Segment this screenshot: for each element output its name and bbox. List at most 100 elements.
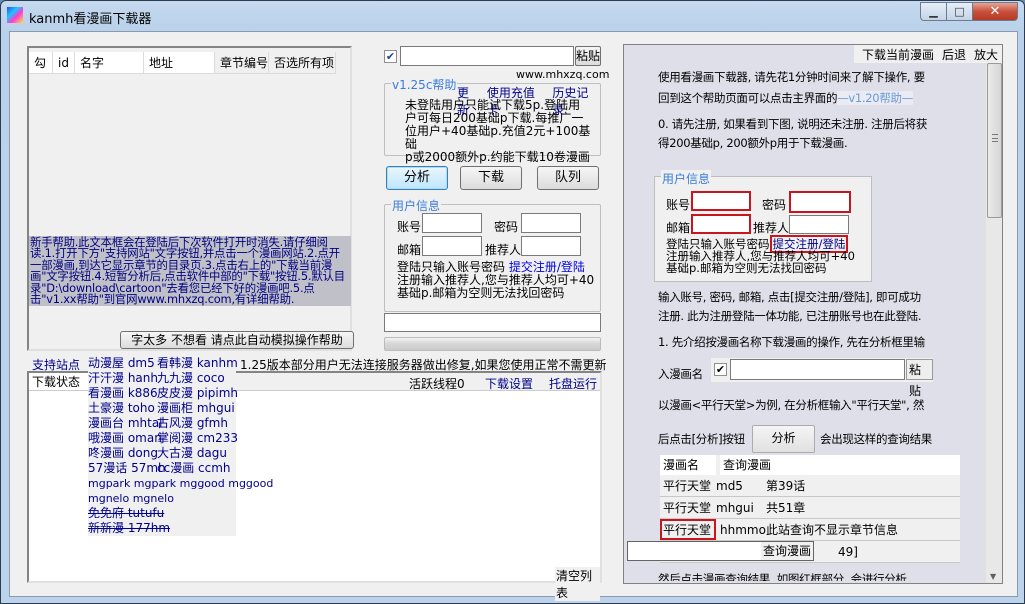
- active-threads: 活跃线程0: [409, 377, 465, 391]
- site-dong[interactable]: 咚漫画 dong: [88, 446, 158, 461]
- auto-help-button[interactable]: 字太多 不想看 请点此自动模拟操作帮助: [120, 331, 354, 349]
- site-dm5[interactable]: 动漫屋 dm5: [88, 356, 157, 371]
- scroll-thumb[interactable]: [987, 63, 1002, 218]
- url-input[interactable]: [400, 46, 574, 66]
- close-button[interactable]: ✕: [973, 2, 1018, 21]
- back-button[interactable]: 后退: [942, 46, 966, 63]
- paste-button[interactable]: 粘贴: [575, 46, 601, 66]
- help-paragraph-step1: 1. 先介绍按漫画名称下载漫画的操作, 先在分析框里输: [658, 332, 925, 353]
- site-kanhm[interactable]: 看韩漫 kanhm: [157, 356, 238, 371]
- site-mhtai[interactable]: 漫画台 mhtai: [88, 416, 163, 431]
- check-icon: ✔: [385, 50, 396, 63]
- help-paragraph-intro: 使用看漫画下载器, 请先花1分钟时间来了解下操作, 要 回到这个帮助页面可以点击…: [658, 67, 925, 109]
- minimize-button[interactable]: ▁: [920, 2, 947, 21]
- site-row: 土豪漫 toho 漫画柜 mhgui: [88, 401, 236, 416]
- example-url-input: [730, 359, 905, 380]
- site-row: 咚漫画 dong 大古漫 dagu: [88, 446, 236, 461]
- column-download-status[interactable]: 下载状态: [29, 373, 89, 391]
- submit-register-login-link[interactable]: 提交注册/登陆: [509, 260, 585, 274]
- site-177hm-disabled: 新新漫 177hm: [88, 521, 170, 536]
- zoom-in-button[interactable]: 放大: [974, 46, 998, 63]
- result-row: 平行天堂 mhgui 共51章: [660, 497, 960, 519]
- results-header-name: 漫画名: [663, 458, 700, 472]
- analyze-button[interactable]: 分析: [386, 166, 448, 190]
- site-hanh[interactable]: 汗汗漫 hanh: [88, 371, 158, 386]
- result-site: mhgui: [716, 501, 754, 515]
- site-cm233[interactable]: 掌阅漫 cm233: [157, 431, 238, 446]
- chapter-list[interactable]: 勾 id 名字 地址 章节编号 否选所有项 新手帮助.此文本框会在登陆后下次软件…: [27, 46, 354, 351]
- client-area: 勾 id 名字 地址 章节编号 否选所有项 新手帮助.此文本框会在登陆后下次软件…: [9, 31, 1018, 601]
- result-info: 共51章: [766, 501, 806, 515]
- site-k886[interactable]: 看漫画 k886: [88, 386, 158, 401]
- site-mgnelo[interactable]: mgnelo mgnelo: [88, 491, 174, 506]
- example-referrer-input: [789, 215, 849, 234]
- title-bar: kanmh看漫画下载器 ▁ □ ✕: [1, 1, 1024, 31]
- password-input[interactable]: [521, 213, 581, 233]
- site-toho[interactable]: 土豪漫 toho: [88, 401, 157, 416]
- email-input[interactable]: [422, 236, 482, 256]
- help-text: 会出现这样的查询结果: [820, 432, 932, 446]
- results-header-query: 查询漫画: [716, 455, 960, 475]
- newbie-help-text: 新手帮助.此文本框会在登陆后下次软件打开时消失.请仔细阅读.1.打开下方"支持网…: [29, 236, 351, 307]
- clear-list-button[interactable]: 清空列表: [555, 567, 600, 601]
- tray-run-link[interactable]: 托盘运行: [549, 375, 597, 392]
- app-window: kanmh看漫画下载器 ▁ □ ✕ 勾 id 名字 地址 章节编号 否选所有项 …: [0, 0, 1025, 604]
- user-info-title: 用户信息: [391, 197, 442, 214]
- queue-button[interactable]: 队列: [537, 166, 599, 190]
- close-icon: ✕: [989, 4, 1001, 19]
- site-pipimh[interactable]: 皮皮漫 pipimh: [157, 386, 238, 401]
- site-row: 动漫屋 dm5 看韩漫 kanhm: [88, 356, 238, 371]
- scroll-down-arrow-icon[interactable]: ▼: [990, 572, 996, 581]
- download-button[interactable]: 下载: [460, 166, 522, 190]
- v120-help-link[interactable]: —v1.20帮助—: [837, 91, 913, 105]
- example-user-info-title: 用户信息: [661, 170, 712, 187]
- help-line: 入漫画名: [658, 367, 703, 381]
- column-id[interactable]: id: [53, 52, 75, 74]
- analysis-checkbox[interactable]: ✔: [384, 50, 397, 63]
- site-57mh[interactable]: 57漫话 57mh: [88, 461, 166, 476]
- result-site: hhmmo: [720, 523, 766, 537]
- minimize-icon: ▁: [929, 5, 938, 18]
- column-check[interactable]: 勾: [29, 52, 53, 74]
- help-line: 使用看漫画下载器, 请先花1分钟时间来了解下操作, 要: [658, 70, 925, 84]
- referrer-label: 推荐人: [485, 243, 522, 257]
- site-mgpark-mggood[interactable]: mgpark mgpark mggood mggood: [88, 476, 273, 491]
- version-help-title[interactable]: v1.25c帮助: [391, 76, 458, 93]
- query-comic-button[interactable]: 查询漫画: [760, 542, 813, 560]
- help-browser: 下载当前漫画 后退 放大 使用看漫画下载器, 请先花1分钟时间来了解下操作, 要…: [623, 44, 1003, 584]
- site-oman[interactable]: 哦漫画 oman: [88, 431, 162, 446]
- password-label: 密码: [494, 220, 519, 234]
- help-paragraph-register: 0. 请先注册, 如果看到下图, 说明还未注册. 注册后将获 得200基础p, …: [658, 115, 927, 153]
- site-coco[interactable]: 九九漫 coco: [157, 371, 236, 386]
- window-title: kanmh看漫画下载器: [29, 12, 152, 27]
- result-row: 平行天堂 md5 第39话: [660, 475, 960, 497]
- site-mhgui[interactable]: 漫画柜 mhgui: [157, 401, 236, 416]
- site-row: 看漫画 k886 皮皮漫 pipimh: [88, 386, 238, 401]
- help-text: 后点击[分析]按钮: [658, 432, 745, 446]
- example-password-input: [789, 191, 851, 213]
- site-gfmh[interactable]: 古风漫 gfmh: [157, 416, 236, 431]
- site-ccmh[interactable]: cc漫画 ccmh: [157, 461, 236, 476]
- example-email-input: [691, 214, 751, 234]
- column-name[interactable]: 名字: [75, 52, 144, 74]
- column-url[interactable]: 地址: [144, 52, 215, 74]
- site-dagu[interactable]: 大古漫 dagu: [157, 446, 236, 461]
- status-input[interactable]: [384, 313, 601, 332]
- progress-bar: [384, 337, 601, 351]
- maximize-button[interactable]: □: [947, 2, 973, 21]
- referrer-input[interactable]: [521, 236, 581, 256]
- help-scrollbar[interactable]: ▼: [985, 63, 1002, 583]
- download-current-comic-button[interactable]: 下载当前漫画: [862, 46, 934, 63]
- floating-query-box[interactable]: 查询漫画: [627, 541, 814, 561]
- download-settings-link[interactable]: 下载设置: [485, 375, 533, 392]
- help-toolbar: 下载当前漫画 后退 放大: [853, 45, 1002, 63]
- column-chapter-number[interactable]: 章节编号: [215, 52, 269, 74]
- chapter-list-header: 勾 id 名字 地址 章节编号 否选所有项: [29, 52, 336, 74]
- account-input[interactable]: [422, 213, 482, 233]
- version-help-group: v1.25c帮助 更新 使用充值卡 历史记录 未登陆用户只能试下载5p.登陆用 …: [384, 76, 601, 164]
- example-account-input: [691, 191, 751, 211]
- account-label: 账号: [397, 220, 422, 234]
- version-info: 未登陆用户只能试下载5p.登陆用 户可每日200基础p下载.每推广一 位用户+4…: [405, 99, 600, 164]
- help-line-partial: 然后点击漫画查询结果, 如图红框部分, 会进行分析: [658, 572, 907, 581]
- column-select-all[interactable]: 否选所有项: [269, 52, 336, 74]
